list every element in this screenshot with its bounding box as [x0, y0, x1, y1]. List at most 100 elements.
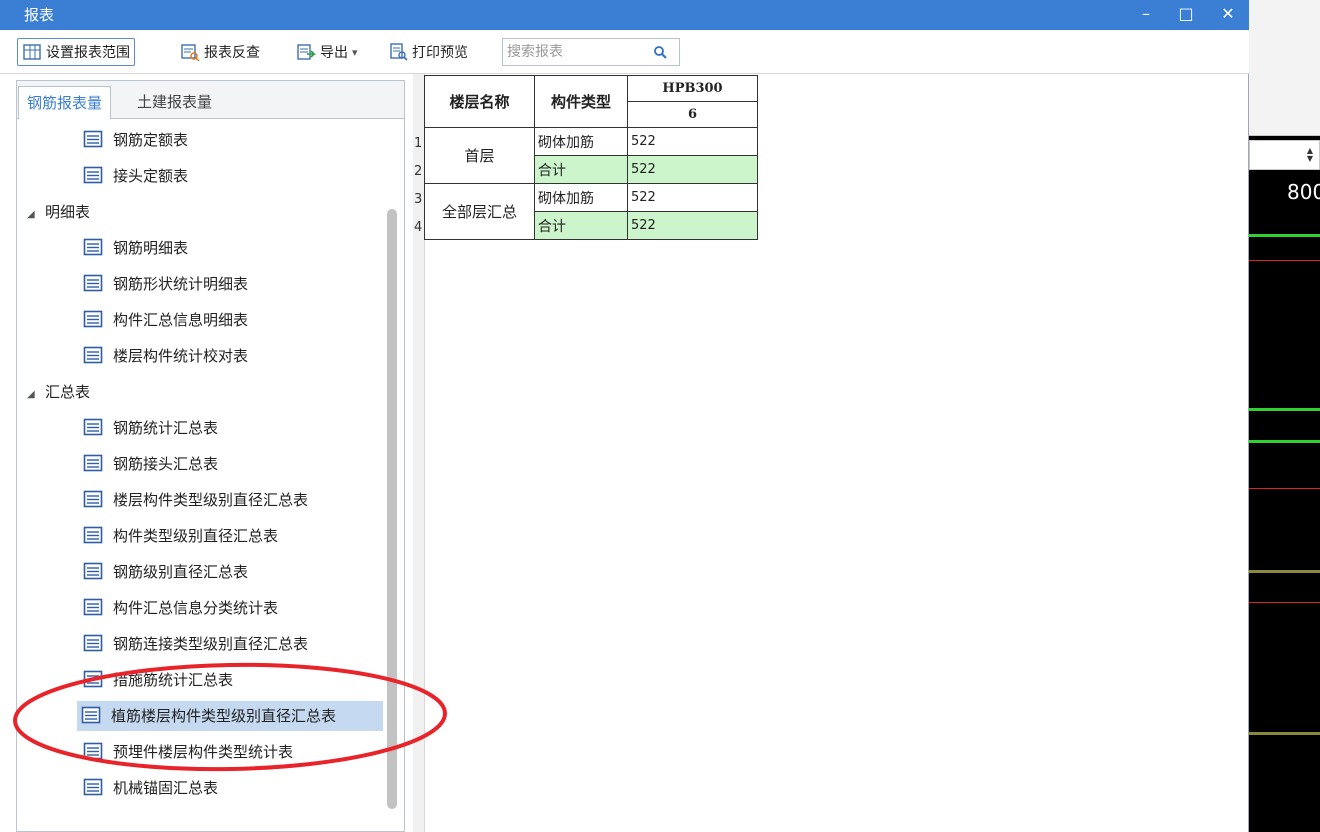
report-reverse-check-label: 报表反查 [204, 45, 260, 61]
tree-item-label: 构件汇总信息分类统计表 [113, 599, 279, 617]
report-document-icon [83, 742, 103, 760]
tree-item[interactable]: 钢筋连接类型级别直径汇总表 [79, 629, 312, 659]
report-dialog: 报表 – □ ✕ 设置报表范围 报表反查 导出 ▾ 打印预览 钢筋报表量 [0, 0, 1249, 832]
expand-triangle-icon[interactable]: ◢ [27, 200, 45, 230]
header-diameter: 6 [627, 101, 758, 128]
search-input[interactable] [503, 39, 643, 65]
tree-item[interactable]: 机械锚固汇总表 [79, 773, 222, 803]
cell-value[interactable]: 522 [627, 183, 758, 212]
print-preview-button[interactable]: 打印预览 [388, 38, 468, 66]
bg-red-line [1249, 260, 1320, 261]
tree-item-selected[interactable]: 植筋楼层构件类型级别直径汇总表 [77, 701, 383, 731]
report-table: 楼层名称 构件类型 HPB300 6 首层 砌体加筋 522 合计 522 全部… [424, 75, 758, 240]
cell-component[interactable]: 砌体加筋 [534, 183, 628, 212]
export-button[interactable]: 导出 ▾ [296, 38, 358, 66]
bg-olive-line [1249, 570, 1320, 573]
tab-rebar-report[interactable]: 钢筋报表量 [18, 86, 112, 120]
tree-item[interactable]: 措施筋统计汇总表 [79, 665, 237, 695]
tree-item-label: 钢筋级别直径汇总表 [113, 563, 249, 581]
tree-item[interactable]: 构件汇总信息明细表 [79, 305, 252, 335]
report-document-icon [83, 130, 103, 148]
row-number: 3 [414, 192, 423, 207]
report-document-icon [83, 418, 103, 436]
report-document-icon [83, 562, 103, 580]
report-document-icon [83, 346, 103, 364]
tree-item-label: 钢筋明细表 [113, 239, 189, 257]
tree-item[interactable]: 楼层构件统计校对表 [79, 341, 252, 371]
tree-scrollbar[interactable] [387, 209, 397, 809]
report-reverse-check-button[interactable]: 报表反查 [180, 38, 260, 66]
tree-item-label: 接头定额表 [113, 167, 189, 185]
cell-floor[interactable]: 全部层汇总 [424, 183, 535, 240]
tree-item[interactable]: 构件类型级别直径汇总表 [79, 521, 282, 551]
tree-item[interactable]: 钢筋形状统计明细表 [79, 269, 252, 299]
tree-item[interactable]: 楼层构件类型级别直径汇总表 [79, 485, 312, 515]
report-document-icon [83, 778, 103, 796]
report-document-icon [83, 238, 103, 256]
tree-item-label: 预埋件楼层构件类型统计表 [113, 743, 294, 761]
tree-item[interactable]: 接头定额表 [79, 161, 192, 191]
cell-floor[interactable]: 首层 [424, 127, 535, 184]
cell-component[interactable]: 砌体加筋 [534, 127, 628, 156]
reverse-check-icon [181, 44, 200, 61]
maximize-button[interactable]: □ [1172, 2, 1200, 28]
print-preview-icon [390, 43, 408, 61]
export-dropdown-icon[interactable]: ▾ [352, 46, 358, 59]
report-view: 1 2 3 4 楼层名称 构件类型 HPB300 6 首层 砌体加筋 522 合… [413, 74, 1248, 832]
row-number: 4 [414, 220, 423, 235]
search-icon[interactable] [653, 45, 667, 59]
minimize-button[interactable]: – [1132, 2, 1160, 28]
tree-item-label: 钢筋定额表 [113, 131, 189, 149]
tree-group[interactable]: ◢ 汇总表 [27, 377, 90, 407]
range-table-icon [23, 44, 41, 60]
report-document-icon [83, 634, 103, 652]
cell-total-value[interactable]: 522 [627, 155, 758, 184]
title-bar: 报表 – □ ✕ [0, 0, 1249, 30]
tree-item-label: 植筋楼层构件类型级别直径汇总表 [111, 707, 337, 725]
cell-total-label[interactable]: 合计 [534, 211, 628, 240]
report-tabs: 钢筋报表量 土建报表量 [17, 81, 404, 120]
report-tree: 钢筋定额表 接头定额表 ◢ 明细表 钢筋明细表 钢筋形状统计明细表 构件汇总信息明细表 楼层构… [17, 119, 404, 832]
tree-item[interactable]: 构件汇总信息分类统计表 [79, 593, 282, 623]
tree-item-label: 措施筋统计汇总表 [113, 671, 234, 689]
cell-total-value[interactable]: 522 [627, 211, 758, 240]
bg-red-line [1249, 488, 1320, 489]
export-icon [297, 44, 316, 60]
tab-civil-report[interactable]: 土建报表量 [129, 86, 220, 120]
print-preview-label: 打印预览 [412, 45, 468, 61]
set-report-range-label: 设置报表范围 [46, 45, 130, 61]
tree-item-label: 楼层构件类型级别直径汇总表 [113, 491, 309, 509]
report-document-icon [83, 598, 103, 616]
search-box [502, 38, 680, 66]
tree-group[interactable]: ◢ 明细表 [27, 197, 90, 227]
tree-item[interactable]: 钢筋定额表 [79, 125, 192, 155]
cell-value[interactable]: 522 [627, 127, 758, 156]
tree-item[interactable]: 预埋件楼层构件类型统计表 [79, 737, 297, 767]
tree-item-label: 构件类型级别直径汇总表 [113, 527, 279, 545]
bg-green-line [1249, 440, 1320, 443]
report-document-icon [83, 526, 103, 544]
window-title: 报表 [24, 6, 55, 24]
tree-item[interactable]: 钢筋统计汇总表 [79, 413, 222, 443]
tree-item[interactable]: 钢筋级别直径汇总表 [79, 557, 252, 587]
export-label: 导出 [320, 45, 348, 61]
bg-olive-line [1249, 732, 1320, 735]
tree-item-label: 钢筋统计汇总表 [113, 419, 219, 437]
cell-total-label[interactable]: 合计 [534, 155, 628, 184]
bg-green-line [1249, 408, 1320, 411]
tree-item[interactable]: 钢筋明细表 [79, 233, 192, 263]
header-floor: 楼层名称 [424, 75, 535, 128]
background-app-canvas: ▲ ▼ 800 [1249, 0, 1320, 832]
tree-item-label: 钢筋形状统计明细表 [113, 275, 249, 293]
bg-dimension-number: 800 [1287, 180, 1320, 204]
set-report-range-button[interactable]: 设置报表范围 [17, 38, 135, 66]
expand-triangle-icon[interactable]: ◢ [27, 380, 45, 410]
tree-item-label: 明细表 [45, 203, 91, 221]
close-button[interactable]: ✕ [1214, 2, 1242, 28]
tree-item[interactable]: 钢筋接头汇总表 [79, 449, 222, 479]
row-number: 1 [414, 136, 423, 151]
report-document-icon [83, 310, 103, 328]
tree-item-label: 机械锚固汇总表 [113, 779, 219, 797]
tree-item-label: 钢筋连接类型级别直径汇总表 [113, 635, 309, 653]
bg-green-line [1249, 234, 1320, 237]
